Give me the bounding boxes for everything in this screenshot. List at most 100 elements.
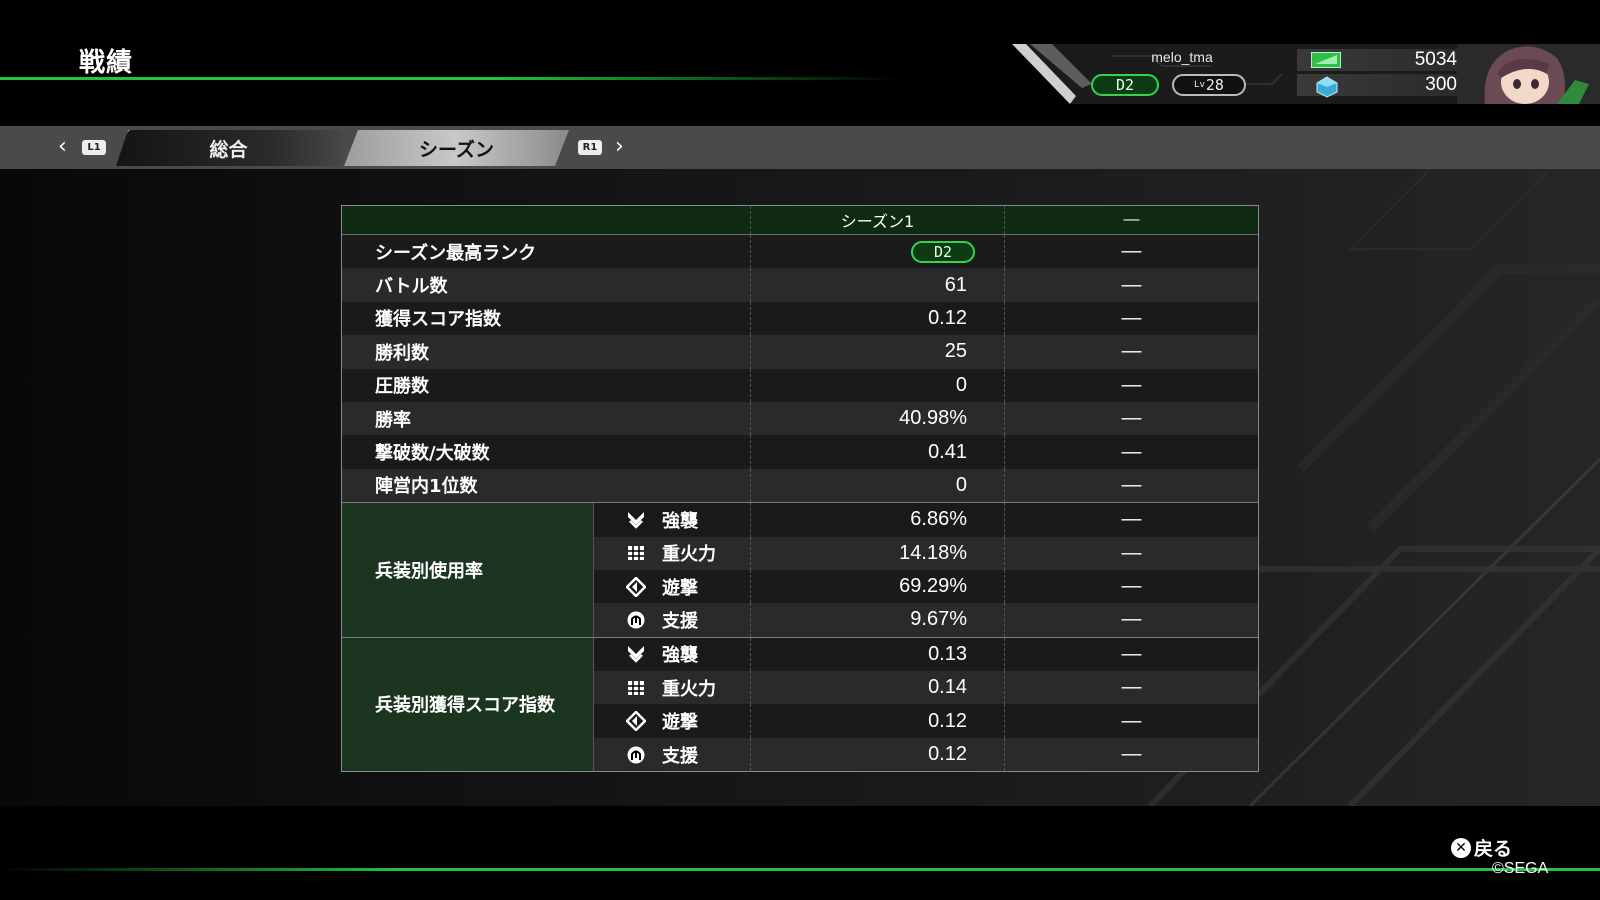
season1-value: 40.98% bbox=[751, 401, 1005, 436]
season1-value: 0 bbox=[751, 468, 1005, 503]
group-rows: 強襲 6.86% — 重火力 14.18% — 遊撃 69.29% — 支援 9.67% — bbox=[594, 503, 1258, 637]
table-row: 支援 0.12 — bbox=[594, 737, 1258, 772]
season1-value: 6.86% bbox=[751, 503, 1005, 537]
page-title: 戦績 bbox=[79, 48, 134, 78]
tab-overall[interactable]: 総合 bbox=[116, 130, 341, 166]
header-label-cell bbox=[342, 206, 751, 234]
table-row: バトル数 61 — bbox=[342, 268, 1258, 302]
row-label: バトル数 bbox=[342, 268, 751, 302]
weapon-name: 支援 bbox=[662, 745, 698, 767]
season2-value: — bbox=[1121, 676, 1142, 699]
chevron-right-icon[interactable]: › bbox=[615, 134, 624, 159]
season2-value: — bbox=[1121, 440, 1142, 463]
weapon-name: 強襲 bbox=[662, 510, 698, 532]
weapon-name: 強襲 bbox=[662, 645, 698, 667]
table-row: 重火力 14.18% — bbox=[594, 536, 1258, 570]
season1-value: D2 bbox=[751, 235, 1005, 269]
season2-value: — bbox=[1121, 508, 1142, 531]
header-season1: シーズン1 bbox=[751, 206, 1005, 234]
season2-value: — bbox=[1121, 642, 1142, 665]
season1-value: 25 bbox=[751, 335, 1005, 369]
assault-icon bbox=[628, 646, 644, 664]
weapon-name: 遊撃 bbox=[662, 712, 698, 734]
weapon-name: 重火力 bbox=[662, 678, 716, 700]
row-label: 陣営内1位数 bbox=[342, 468, 751, 503]
season1-value: 14.18% bbox=[751, 536, 1005, 570]
player-name: melo_tma bbox=[1151, 49, 1213, 65]
season1-value: 61 bbox=[751, 268, 1005, 302]
season1-value: 0.41 bbox=[751, 435, 1005, 469]
back-button[interactable]: ✕ 戻る bbox=[1451, 834, 1512, 861]
weapon-cell: 強襲 bbox=[594, 637, 751, 672]
season2-value: — bbox=[1121, 306, 1142, 329]
ticket-icon bbox=[1311, 52, 1341, 68]
rank-badge: D2 bbox=[911, 240, 975, 263]
footer-line bbox=[0, 868, 1600, 871]
support-icon bbox=[627, 746, 645, 764]
table-row: シーズン最高ランク D2 — bbox=[342, 235, 1258, 269]
weapon-cell: 遊撃 bbox=[594, 569, 751, 604]
table-row: 撃破数/大破数 0.41 — bbox=[342, 435, 1258, 469]
tab-accent bbox=[344, 130, 354, 140]
table-header-row: シーズン1 — bbox=[342, 206, 1258, 235]
group-label: 兵装別獲得スコア指数 bbox=[342, 637, 594, 772]
avatar bbox=[1457, 44, 1600, 104]
group-label: 兵装別使用率 bbox=[342, 503, 594, 637]
season1-value: 0.13 bbox=[751, 637, 1005, 672]
weapon-group: 兵装別使用率 強襲 6.86% — 重火力 14.18% — 遊撃 69.29% — 支援 9.67%… bbox=[342, 502, 1258, 637]
footer: ✕ 戻る ©SEGA bbox=[0, 806, 1600, 900]
table-row: 勝率 40.98% — bbox=[342, 401, 1258, 436]
player-level-badge: Lv 28 bbox=[1172, 74, 1246, 96]
tab-season-label: シーズン bbox=[418, 138, 495, 161]
season2-value: — bbox=[1121, 373, 1142, 396]
row-label: 獲得スコア指数 bbox=[342, 301, 751, 336]
season2-value: — bbox=[1121, 608, 1142, 631]
table-row: 強襲 0.13 — bbox=[594, 637, 1258, 672]
row-label: シーズン最高ランク bbox=[342, 235, 751, 269]
copyright: ©SEGA bbox=[1492, 860, 1549, 877]
table-row: 陣営内1位数 0 — bbox=[342, 468, 1258, 503]
season1-value: 0.12 bbox=[751, 737, 1005, 772]
heavy-icon bbox=[628, 680, 644, 695]
heavy-icon bbox=[628, 546, 644, 561]
raid-icon bbox=[626, 576, 646, 597]
season2-value: — bbox=[1121, 575, 1142, 598]
season2-value: — bbox=[1121, 743, 1142, 766]
season2-value: — bbox=[1121, 273, 1142, 296]
chevron-left-icon[interactable]: ‹ bbox=[58, 134, 67, 159]
level-prefix: Lv bbox=[1194, 80, 1205, 90]
player-level: 28 bbox=[1205, 76, 1224, 94]
table-row: 重火力 0.14 — bbox=[594, 671, 1258, 705]
weapon-name: 重火力 bbox=[662, 544, 716, 566]
weapon-groups: 兵装別使用率 強襲 6.86% — 重火力 14.18% — 遊撃 69.29% — 支援 9.67%… bbox=[342, 502, 1258, 772]
row-label: 圧勝数 bbox=[342, 368, 751, 402]
header: 戦績 melo_tma D2 Lv 28 5034 300 bbox=[0, 0, 1600, 126]
group-rows: 強襲 0.13 — 重火力 0.14 — 遊撃 0.12 — 支援 0.12 — bbox=[594, 637, 1258, 772]
season2-value: — bbox=[1121, 407, 1142, 430]
r1-button-icon[interactable]: R1 bbox=[578, 140, 602, 155]
season2-value: — bbox=[1121, 709, 1142, 732]
raid-icon bbox=[626, 711, 646, 732]
header-season2: — bbox=[1123, 211, 1140, 228]
tab-bar: ‹ L1 総合 シーズン R1 › bbox=[0, 126, 1600, 169]
crystal-icon bbox=[1316, 76, 1338, 98]
l1-button-icon[interactable]: L1 bbox=[82, 140, 106, 155]
weapon-cell: 遊撃 bbox=[594, 704, 751, 738]
row-label: 勝率 bbox=[342, 401, 751, 436]
table-row: 勝利数 25 — bbox=[342, 335, 1258, 369]
player-panel: melo_tma D2 Lv 28 5034 300 bbox=[1012, 44, 1600, 104]
weapon-name: 遊撃 bbox=[662, 577, 698, 599]
season1-value: 0 bbox=[751, 368, 1005, 402]
weapon-cell: 支援 bbox=[594, 737, 751, 772]
table-row: 強襲 6.86% — bbox=[594, 503, 1258, 537]
table-row: 遊撃 0.12 — bbox=[594, 704, 1258, 738]
weapon-name: 支援 bbox=[662, 610, 698, 632]
player-rank-badge: D2 bbox=[1091, 74, 1159, 96]
title-underline bbox=[0, 77, 900, 80]
weapon-cell: 支援 bbox=[594, 603, 751, 637]
season1-value: 0.14 bbox=[751, 671, 1005, 705]
row-label: 勝利数 bbox=[342, 335, 751, 369]
season2-value: — bbox=[1121, 473, 1142, 496]
tab-season[interactable]: シーズン bbox=[344, 130, 569, 166]
row-label: 撃破数/大破数 bbox=[342, 435, 751, 469]
